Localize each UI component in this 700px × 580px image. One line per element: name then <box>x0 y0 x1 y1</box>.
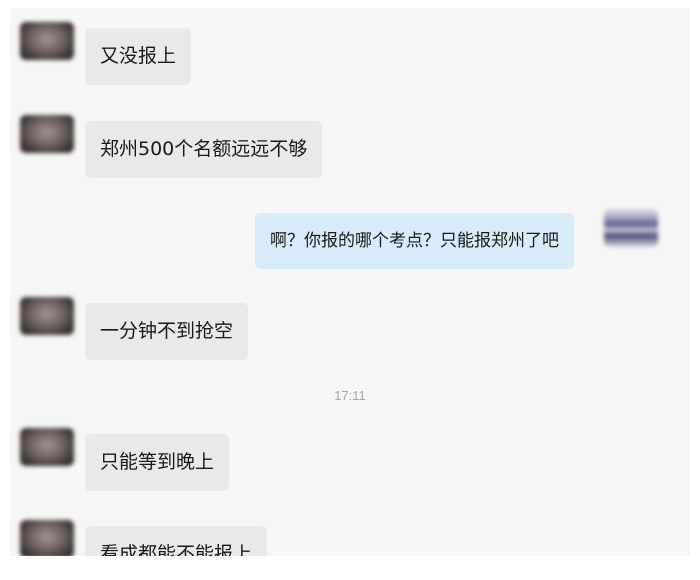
message-bubble[interactable]: 只能等到晚上 <box>85 434 230 491</box>
message-bubble-self[interactable]: 啊？你报的哪个考点？只能报郑州了吧 <box>255 213 574 269</box>
self-avatar[interactable] <box>604 209 658 247</box>
message-bubble[interactable]: 又没报上 <box>85 28 192 85</box>
chat-panel[interactable]: 又没报上 郑州500个名额远远不够 啊？你报的哪个考点？只能报郑州了吧 一分钟不… <box>10 8 690 556</box>
message-bubble[interactable]: 一分钟不到抢空 <box>85 303 249 360</box>
message-bubble[interactable]: 看成都能不能报上 <box>85 526 268 556</box>
contact-avatar[interactable] <box>20 297 74 335</box>
message-bubble[interactable]: 郑州500个名额远远不够 <box>85 121 323 178</box>
contact-avatar[interactable] <box>20 115 74 153</box>
contact-avatar[interactable] <box>20 520 74 556</box>
contact-avatar[interactable] <box>20 428 74 466</box>
message-timestamp: 17:11 <box>334 388 366 403</box>
contact-avatar[interactable] <box>20 22 74 60</box>
